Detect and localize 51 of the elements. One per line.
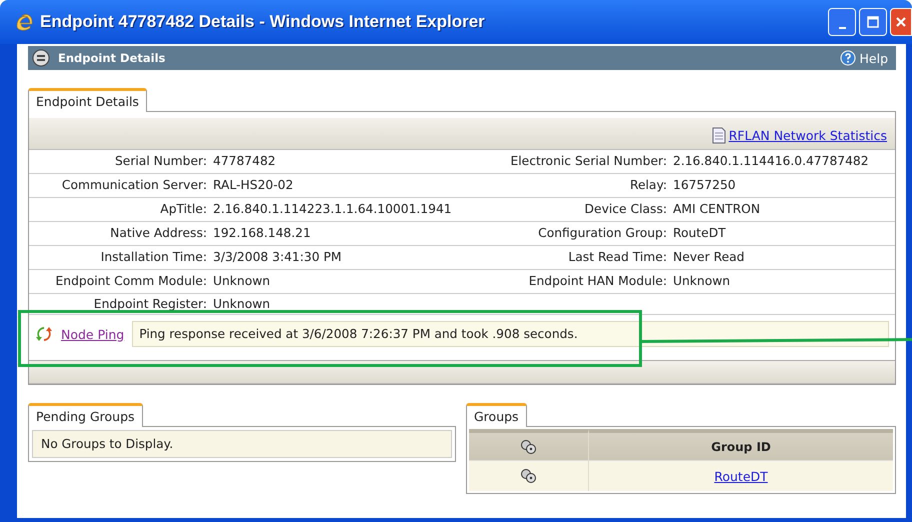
field-value: Never Read (667, 246, 895, 270)
empty-message: No Groups to Display. (32, 430, 452, 458)
field-value: AMI CENTRON (667, 198, 895, 222)
field-label: Native Address: (29, 222, 207, 246)
minimize-icon (838, 27, 846, 29)
endpoint-icon (32, 49, 50, 67)
help-icon (840, 50, 856, 66)
rflan-statistics-link[interactable]: RFLAN Network Statistics (728, 128, 887, 143)
field-label: Device Class: (467, 198, 667, 222)
field-value: Unknown (667, 270, 895, 294)
field-value: Unknown (207, 270, 467, 294)
field-label: Communication Server: (29, 174, 207, 198)
maximize-button[interactable] (859, 8, 887, 36)
window-title: Endpoint 47787482 Details - Windows Internet Explorer (40, 12, 485, 32)
field-label: ApTitle: (29, 198, 207, 222)
field-label: Endpoint HAN Module: (467, 270, 667, 294)
field-value: 2.16.840.1.114416.0.47787482 (667, 150, 895, 174)
close-icon (895, 16, 907, 28)
field-label: Electronic Serial Number: (467, 150, 667, 174)
group-link[interactable]: RouteDT (714, 468, 768, 484)
field-value: 192.168.148.21 (207, 222, 467, 246)
field-label: Relay: (467, 174, 667, 198)
field-value: 3/3/2008 3:41:30 PM (207, 246, 467, 270)
field-label: Serial Number: (29, 150, 207, 174)
field-label: Installation Time: (29, 246, 207, 270)
header-title: Endpoint Details (58, 51, 166, 65)
field-value: 2.16.840.1.114223.1.1.64.10001.1941 (207, 198, 467, 222)
field-value: Unknown (212, 296, 272, 313)
document-icon (712, 127, 726, 144)
close-button[interactable] (890, 8, 912, 36)
field-value: 16757250 (667, 174, 895, 198)
tab[interactable]: Groups (466, 403, 527, 427)
group-icon (520, 468, 538, 484)
browser-logo-icon (14, 12, 34, 32)
group-icon (520, 438, 538, 454)
field-label: Last Read Time: (467, 246, 667, 270)
maximize-icon (867, 16, 879, 28)
field-value: RouteDT (667, 222, 895, 246)
node-ping-link[interactable]: Node Ping (61, 326, 124, 342)
field-label: Endpoint Comm Module: (29, 270, 207, 294)
field-label: Configuration Group: (467, 222, 667, 246)
field-value: RAL-HS20-02 (207, 174, 467, 198)
help-link[interactable]: Help (860, 50, 888, 66)
tab[interactable]: Pending Groups (28, 403, 143, 427)
tab[interactable]: Endpoint Details (28, 88, 147, 112)
minimize-button[interactable] (828, 8, 856, 36)
field-value: 47787482 (207, 150, 467, 174)
field-label: Endpoint Register: (92, 296, 207, 313)
column-header: Group ID (589, 429, 893, 460)
ping-message: Ping response received at 3/6/2008 7:26:37 PM and took .908 seconds. (132, 321, 889, 347)
refresh-icon (35, 325, 53, 343)
